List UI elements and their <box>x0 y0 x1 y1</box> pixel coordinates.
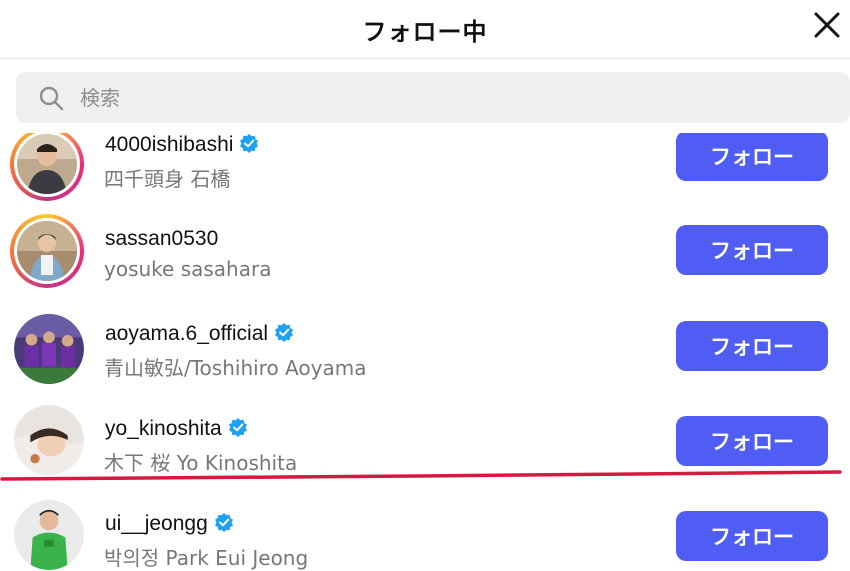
follow-button[interactable]: フォロー <box>676 416 828 466</box>
full-name: yosuke sasahara <box>104 257 272 281</box>
search-icon <box>39 86 64 111</box>
annotation-underline <box>0 470 842 481</box>
verified-badge-icon <box>275 323 294 342</box>
avatar[interactable] <box>14 405 84 475</box>
list-item[interactable]: ui__jeongg 박의정 Park Eui Jeong フォロー <box>0 499 850 571</box>
following-list[interactable]: 4000ishibashi 四千頭身 石橋 フォロー sassan0530 yo… <box>0 133 850 571</box>
username[interactable]: aoyama.6_official <box>105 322 294 346</box>
avatar[interactable] <box>14 314 84 384</box>
username[interactable]: 4000ishibashi <box>105 133 259 157</box>
avatar[interactable] <box>14 500 84 570</box>
avatar[interactable] <box>10 214 84 288</box>
username[interactable]: ui__jeongg <box>105 512 234 536</box>
follow-button[interactable]: フォロー <box>676 511 828 561</box>
search-bar[interactable] <box>16 72 850 123</box>
follow-button[interactable]: フォロー <box>676 133 828 181</box>
list-item[interactable]: 4000ishibashi 四千頭身 石橋 フォロー <box>0 133 850 214</box>
verified-badge-icon <box>214 513 233 532</box>
follow-button[interactable]: フォロー <box>676 225 828 275</box>
full-name: 박의정 Park Eui Jeong <box>104 546 309 570</box>
search-input[interactable] <box>78 82 682 114</box>
verified-badge-icon <box>228 418 247 437</box>
full-name: 四千頭身 石橋 <box>104 167 231 191</box>
follow-button[interactable]: フォロー <box>676 321 828 371</box>
username[interactable]: yo_kinoshita <box>105 417 248 441</box>
avatar[interactable] <box>10 133 84 201</box>
close-icon[interactable] <box>810 8 844 42</box>
full-name: 青山敏弘/Toshihiro Aoyama <box>104 356 367 380</box>
dialog-header: フォロー中 <box>0 0 850 59</box>
username[interactable]: sassan0530 <box>105 227 218 251</box>
list-item[interactable]: aoyama.6_official 青山敏弘/Toshihiro Aoyama … <box>0 309 850 404</box>
verified-badge-icon <box>240 134 259 153</box>
dialog-title: フォロー中 <box>362 19 488 46</box>
list-item[interactable]: sassan0530 yosuke sasahara フォロー <box>0 214 850 309</box>
